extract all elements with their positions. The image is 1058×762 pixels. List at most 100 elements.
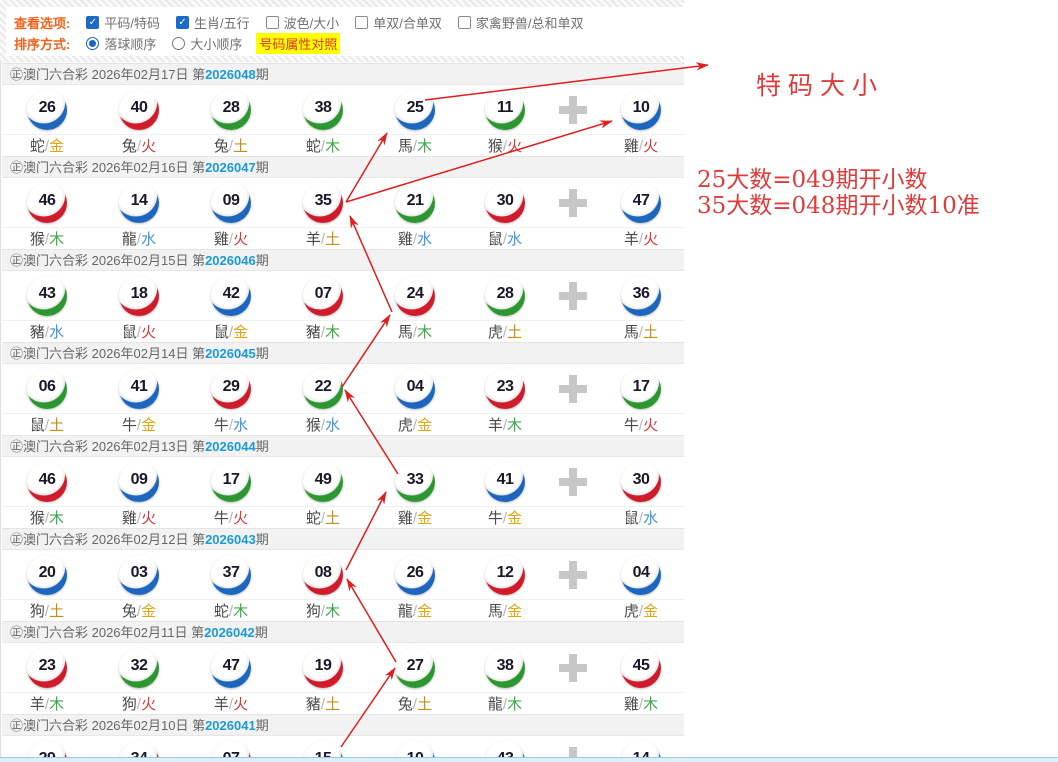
view-option[interactable]: ✓ 平码/特码 [86,13,160,32]
ball-number: 43 [27,285,67,303]
plus-separator-icon [557,377,589,401]
zodiac-row: 羊/木狗/火羊/火豬/土兔/土龍/木雞/木 [2,693,684,712]
zodiac-name: 羊 [306,231,321,248]
ball-row: 46091749334130 [2,457,684,507]
number-attribute-compare-link[interactable]: 号码属性对照 [256,33,340,54]
ball-number: 26 [27,99,67,117]
element-name: 火 [643,138,658,155]
checkbox-label: 平码/特码 [104,13,160,32]
view-option[interactable]: 波色/大小 [266,13,340,32]
issue-number: 2026045 [205,346,256,361]
zodiac-name: 雞 [398,510,413,527]
lottery-ball: 04 [395,369,435,409]
element-name: 金 [417,603,432,620]
element-name: 金 [141,603,156,620]
ball-number: 04 [395,378,435,396]
element-name: 土 [507,324,522,341]
lottery-ball: 17 [211,462,251,502]
special-ball: 47 [621,183,661,223]
element-name: 火 [643,417,658,434]
period-title: ㊣澳门六合彩 2026年02月12日 第 [10,532,205,547]
lottery-ball: 23 [27,648,67,688]
checkbox-label: 生肖/五行 [194,13,250,32]
ball-number: 17 [621,378,661,396]
zodiac-cell: 豬/木 [281,321,365,342]
bottom-scrollbar[interactable] [0,757,1058,762]
zodiac-cell: 羊/火 [189,693,273,714]
view-options-label: 查看选项: [14,13,70,32]
period-header: ㊣澳门六合彩 2026年02月15日 第2026046期 [2,249,684,271]
lottery-ball: 26 [395,555,435,595]
special-ball: 30 [621,462,661,502]
element-name: 水 [233,417,248,434]
checkbox-icon[interactable]: ✓ [176,16,189,29]
radio-icon[interactable] [172,37,185,50]
zodiac-cell: 蛇/土 [281,507,365,528]
zodiac-cell: 牛/金 [97,414,181,435]
ball-number: 33 [395,471,435,489]
lottery-results-page: 查看选项: ✓平码/特码✓生肖/五行波色/大小单双/合单双家禽野兽/总和单双 排… [0,0,1058,762]
lottery-ball: 24 [395,276,435,316]
checkbox-icon[interactable] [458,16,471,29]
zodiac-row: 狗/土兔/金蛇/木狗/木龍/金馬/金虎/金 [2,600,684,619]
zodiac-cell: 羊/土 [281,228,365,249]
period-header: ㊣澳门六合彩 2026年02月13日 第2026044期 [2,435,684,457]
zodiac-cell: 牛/水 [189,414,273,435]
zodiac-cell: 龍/金 [373,600,457,621]
annotation-line-2: 35大数=048期开小数10准 [697,186,980,220]
view-option[interactable]: 家禽野兽/总和单双 [458,13,584,32]
zodiac-cell: 羊/火 [599,228,683,249]
element-name: 火 [233,696,248,713]
zodiac-cell: 馬/木 [373,135,457,156]
lottery-ball: 38 [485,648,525,688]
zodiac-name: 猴 [30,510,45,527]
period-block: ㊣澳门六合彩 2026年02月15日 第2026046期431842072428… [2,249,684,342]
zodiac-name: 龍 [398,603,413,620]
issue-number: 2026043 [205,532,256,547]
element-name: 土 [49,603,64,620]
zodiac-name: 雞 [214,231,229,248]
view-option[interactable]: 单双/合单双 [355,13,442,32]
lottery-ball: 41 [485,462,525,502]
ball-row: 20033708261204 [2,550,684,600]
element-name: 木 [325,324,340,341]
zodiac-name: 鼠 [214,324,229,341]
element-name: 土 [325,510,340,527]
period-title: ㊣澳门六合彩 2026年02月13日 第 [10,439,205,454]
period-block: ㊣澳门六合彩 2026年02月17日 第2026048期264028382511… [2,63,684,156]
element-name: 土 [417,696,432,713]
checkbox-icon[interactable] [355,16,368,29]
zodiac-cell: 兔/金 [97,600,181,621]
ball-number: 29 [211,378,251,396]
radio-icon[interactable] [86,37,99,50]
lottery-ball: 29 [211,369,251,409]
zodiac-name: 鼠 [122,324,137,341]
zodiac-name: 猴 [30,231,45,248]
element-name: 火 [141,696,156,713]
zodiac-name: 牛 [122,417,137,434]
zodiac-name: 虎 [624,603,639,620]
zodiac-cell: 鼠/水 [463,228,547,249]
sort-options: 落球顺序大小顺序 [86,34,242,53]
zodiac-cell: 猴/木 [5,507,89,528]
zodiac-name: 牛 [214,510,229,527]
zodiac-cell: 蛇/木 [189,600,273,621]
zodiac-name: 羊 [30,696,45,713]
element-name: 水 [643,510,658,527]
ball-number: 06 [27,378,67,396]
checkbox-icon[interactable] [266,16,279,29]
ball-number: 03 [119,564,159,582]
zodiac-name: 狗 [30,603,45,620]
checkbox-icon[interactable]: ✓ [86,16,99,29]
zodiac-cell: 鼠/水 [599,507,683,528]
view-option[interactable]: ✓ 生肖/五行 [176,13,250,32]
period-header: ㊣澳门六合彩 2026年02月17日 第2026048期 [2,63,684,85]
element-name: 金 [417,510,432,527]
zodiac-cell: 羊/木 [5,693,89,714]
sort-option[interactable]: 落球顺序 [86,34,156,53]
zodiac-name: 雞 [122,510,137,527]
sort-option[interactable]: 大小顺序 [172,34,242,53]
zodiac-name: 虎 [398,417,413,434]
zodiac-cell: 狗/土 [5,600,89,621]
zodiac-name: 兔 [122,138,137,155]
